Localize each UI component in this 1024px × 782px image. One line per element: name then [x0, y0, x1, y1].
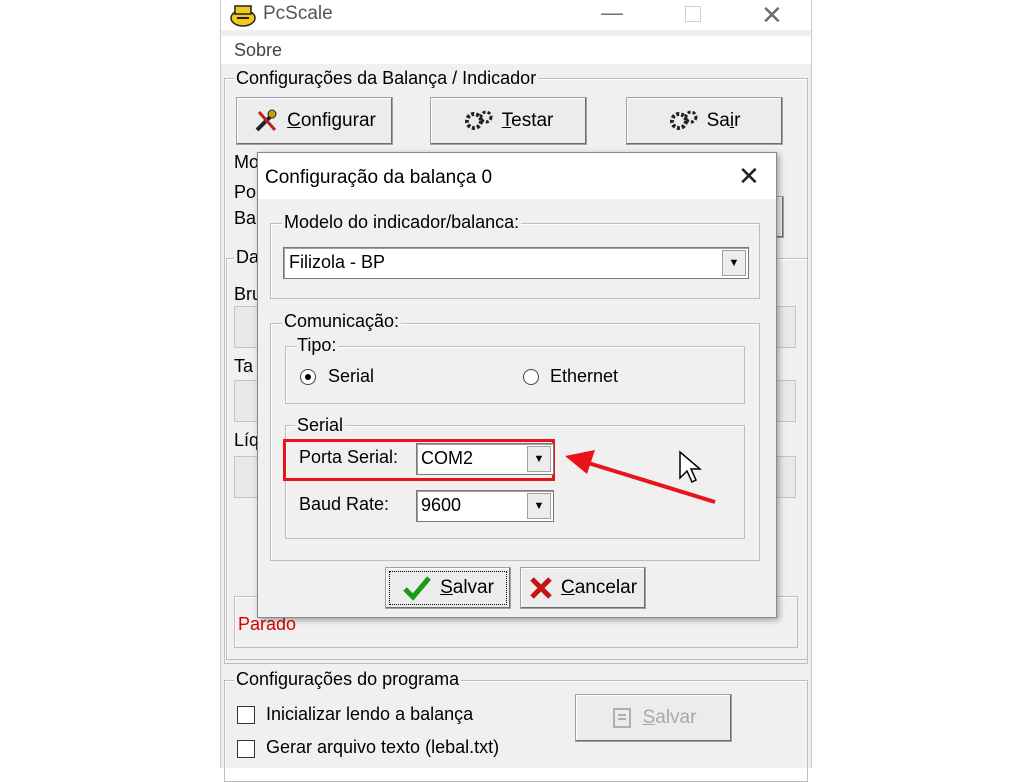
model-legend: Modelo do indicador/balanca:	[282, 212, 522, 233]
init-reading-checkbox[interactable]	[237, 706, 255, 724]
tara-display-edge	[776, 380, 796, 422]
gears-icon	[669, 110, 698, 130]
salvar-program-label: Salvar	[642, 707, 697, 728]
testar-button[interactable]: Testar	[430, 97, 587, 145]
config-dialog: Configuração da balança 0 ✕ Modelo do in…	[257, 152, 777, 618]
type-legend: Tipo:	[295, 335, 339, 356]
minimize-icon[interactable]: —	[601, 0, 623, 26]
menu-bar: Sobre	[221, 36, 811, 64]
init-reading-label: Inicializar lendo a balança	[266, 704, 474, 724]
ethernet-radio[interactable]	[523, 369, 539, 385]
chevron-down-icon[interactable]: ▼	[527, 446, 551, 472]
close-icon[interactable]: ✕	[761, 0, 783, 31]
salvar-button[interactable]: Salvar	[385, 567, 511, 609]
sair-label: Sair	[706, 110, 741, 131]
serial-radio-label: Serial	[328, 366, 375, 386]
bruto-display-edge	[776, 306, 796, 348]
tools-icon	[255, 109, 277, 132]
model-select-value: Filizola - BP	[289, 252, 386, 272]
dialog-close-icon[interactable]: ✕	[738, 161, 760, 192]
title-bar: PcScale — ✕	[221, 0, 811, 30]
dialog-title-bar: Configuração da balança 0 ✕	[258, 153, 776, 199]
serial-legend: Serial	[295, 415, 346, 436]
configurar-label: Configurar	[287, 110, 376, 131]
generate-text-file-checkbox[interactable]	[237, 740, 255, 758]
model-label-partial: Mo	[234, 152, 260, 172]
porta-serial-value: COM2	[421, 448, 474, 468]
chevron-down-icon[interactable]: ▼	[527, 493, 551, 519]
communication-legend: Comunicação:	[282, 311, 402, 332]
liquido-display-edge	[776, 456, 796, 498]
radio-selected-dot	[305, 374, 311, 380]
testar-label: Testar	[501, 110, 554, 131]
generate-text-file-label: Gerar arquivo texto (lebal.txt)	[266, 737, 500, 757]
porta-serial-label: Porta Serial:	[299, 447, 399, 467]
baud-rate-label: Baud Rate:	[299, 494, 390, 514]
chevron-down-icon[interactable]: ▼	[722, 250, 746, 276]
port-label-partial: Po	[234, 182, 257, 202]
window-title: PcScale	[263, 3, 333, 24]
salvar-label: Salvar	[440, 577, 494, 598]
maximize-icon	[685, 6, 701, 22]
baud-rate-select[interactable]: 9600 ▼	[416, 490, 554, 522]
salvar-program-button[interactable]: Salvar	[575, 694, 732, 742]
app-icon	[230, 5, 256, 27]
checkmark-icon	[403, 576, 431, 601]
mouse-cursor-icon	[679, 450, 702, 484]
dialog-title: Configuração da balança 0	[265, 167, 493, 188]
menu-item-sobre[interactable]: Sobre	[234, 40, 282, 61]
scale-config-legend: Configurações da Balança / Indicador	[234, 68, 539, 89]
gears-icon	[464, 110, 493, 130]
liquido-label-partial: Líq	[234, 430, 260, 450]
model-select[interactable]: Filizola - BP ▼	[283, 247, 749, 279]
baud-rate-value: 9600	[421, 495, 462, 515]
porta-serial-select[interactable]: COM2 ▼	[416, 443, 554, 475]
program-config-legend: Configurações do programa	[234, 669, 462, 690]
cross-icon	[530, 577, 552, 599]
ethernet-radio-label: Ethernet	[550, 366, 619, 386]
save-doc-icon	[612, 708, 631, 728]
cancelar-label: Cancelar	[560, 577, 638, 598]
sair-button[interactable]: Sair	[626, 97, 783, 145]
cancelar-button[interactable]: Cancelar	[520, 567, 646, 609]
configurar-button[interactable]: Configurar	[236, 97, 393, 145]
baud-label-partial: Ba	[234, 208, 257, 228]
serial-radio[interactable]	[300, 369, 316, 385]
tara-label-partial: Ta	[234, 356, 254, 376]
